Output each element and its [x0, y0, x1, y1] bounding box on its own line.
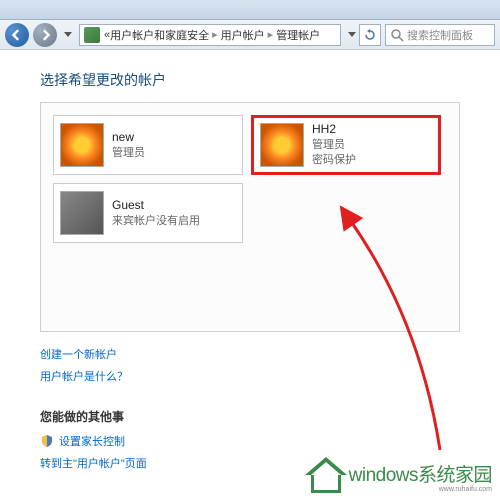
- refresh-icon: [364, 29, 376, 41]
- arrow-right-icon: [39, 29, 51, 41]
- back-button[interactable]: [5, 23, 29, 47]
- avatar: [260, 123, 304, 167]
- account-info: Guest 来宾帐户没有启用: [112, 197, 200, 229]
- search-icon: [390, 28, 404, 42]
- link-goto-main[interactable]: 转到主"用户帐户"页面: [40, 455, 460, 471]
- link-label: 转到主"用户帐户"页面: [40, 455, 147, 471]
- breadcrumb-item-1[interactable]: 用户帐户和家庭安全: [110, 27, 209, 43]
- account-info: new 管理员: [112, 129, 145, 161]
- shield-icon: [40, 434, 54, 448]
- history-dropdown[interactable]: [61, 25, 75, 45]
- forward-button[interactable]: [33, 23, 57, 47]
- account-info: HH2 管理员 密码保护: [312, 121, 356, 169]
- breadcrumb-sep: ▸: [212, 28, 218, 41]
- account-extra: 密码保护: [312, 153, 356, 168]
- link-parental-controls[interactable]: 设置家长控制: [40, 433, 460, 449]
- breadcrumb-item-2[interactable]: 用户帐户: [221, 27, 265, 43]
- link-create-account[interactable]: 创建一个新帐户: [40, 346, 460, 362]
- link-what-is-account[interactable]: 用户帐户是什么？: [40, 368, 460, 384]
- links-section: 创建一个新帐户 用户帐户是什么？: [40, 346, 460, 384]
- account-role: 管理员: [112, 146, 145, 161]
- window-titlebar: [0, 0, 500, 20]
- chevron-down-icon: [64, 32, 72, 38]
- breadcrumb-dropdown[interactable]: [345, 25, 359, 45]
- breadcrumb[interactable]: « 用户帐户和家庭安全 ▸ 用户帐户 ▸ 管理帐户: [79, 24, 341, 46]
- account-card-hh2[interactable]: HH2 管理员 密码保护: [251, 115, 441, 175]
- control-panel-icon: [84, 27, 100, 43]
- accounts-container: new 管理员 HH2 管理员 密码保护 Guest 来宾帐户没有启用: [40, 102, 460, 332]
- content-area: 选择希望更改的帐户 new 管理员 HH2 管理员 密码保护 Guest 来宾帐…: [0, 50, 500, 497]
- arrow-left-icon: [11, 29, 23, 41]
- page-title: 选择希望更改的帐户: [40, 70, 460, 90]
- other-section: 您能做的其他事 设置家长控制 转到主"用户帐户"页面: [40, 408, 460, 471]
- breadcrumb-item-3[interactable]: 管理帐户: [276, 27, 320, 43]
- search-input[interactable]: 搜索控制面板: [385, 24, 495, 46]
- search-placeholder: 搜索控制面板: [407, 27, 473, 43]
- navigation-bar: « 用户帐户和家庭安全 ▸ 用户帐户 ▸ 管理帐户 搜索控制面板: [0, 20, 500, 50]
- account-role: 管理员: [312, 138, 356, 153]
- account-card-guest[interactable]: Guest 来宾帐户没有启用: [53, 183, 243, 243]
- breadcrumb-sep: ▸: [268, 28, 274, 41]
- account-name: Guest: [112, 197, 200, 214]
- refresh-button[interactable]: [359, 24, 381, 46]
- avatar: [60, 123, 104, 167]
- other-title: 您能做的其他事: [40, 408, 460, 425]
- account-role: 来宾帐户没有启用: [112, 214, 200, 229]
- account-name: new: [112, 129, 145, 146]
- link-label: 设置家长控制: [59, 433, 125, 449]
- chevron-down-icon: [348, 32, 356, 38]
- account-card-new[interactable]: new 管理员: [53, 115, 243, 175]
- avatar: [60, 191, 104, 235]
- account-name: HH2: [312, 121, 356, 138]
